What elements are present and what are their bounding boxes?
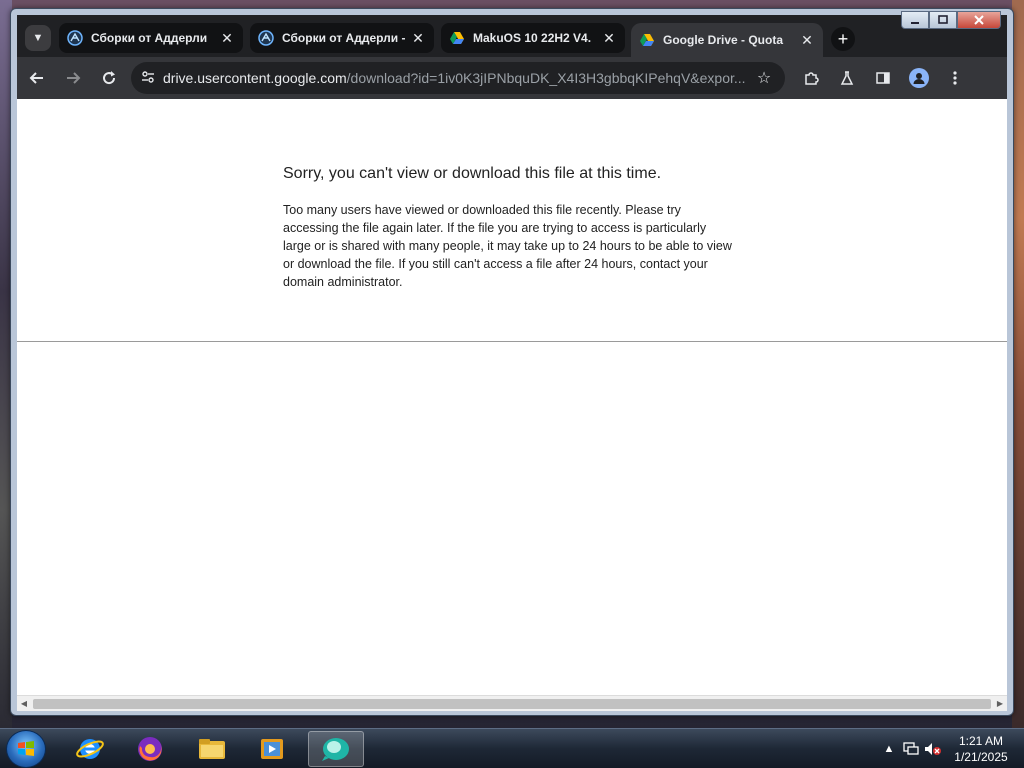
scroll-left-icon[interactable]: ◀ (17, 697, 31, 711)
clock-time: 1:21 AM (958, 734, 1004, 748)
tab-adderly-1[interactable]: Сборки от Аддерли ✕ (59, 23, 243, 53)
taskbar-firefox[interactable] (122, 731, 178, 767)
windows-logo-icon (18, 741, 34, 756)
bookmark-star-icon[interactable]: ☆ (753, 68, 775, 88)
minimize-icon (911, 22, 919, 24)
site-settings-icon[interactable] (141, 70, 163, 87)
page-content: Sorry, you can't view or download this f… (17, 99, 1007, 695)
browser-window: ▼ Сборки от Аддерли ✕ Сборки от Аддерли … (10, 8, 1014, 716)
error-heading: Sorry, you can't view or download this f… (283, 165, 662, 182)
labs-flask-icon[interactable] (829, 62, 865, 94)
taskbar-media-player[interactable] (244, 731, 300, 767)
new-tab-button[interactable]: + (831, 27, 855, 51)
side-panel-icon[interactable] (865, 62, 901, 94)
browser-chrome: ▼ Сборки от Аддерли ✕ Сборки от Аддерли … (17, 11, 1007, 99)
reload-button[interactable] (93, 62, 125, 94)
plus-icon: + (837, 28, 849, 49)
close-icon[interactable]: ✕ (799, 32, 815, 49)
close-icon (974, 15, 984, 25)
clock[interactable]: 1:21 AM 1/21/2025 (944, 733, 1018, 765)
error-body: Too many users have viewed or downloaded… (283, 203, 732, 289)
window-close-button[interactable] (957, 11, 1001, 29)
profile-icon (909, 68, 929, 88)
internet-explorer-icon (76, 739, 104, 759)
close-icon[interactable]: ✕ (410, 30, 426, 47)
arrow-left-icon (29, 72, 43, 84)
start-button[interactable] (6, 730, 46, 768)
browser-toolbar: drive.usercontent.google.com/download?id… (17, 57, 1007, 99)
taskbar: ▲ 1:21 AM 1/21/2025 (0, 728, 1024, 768)
error-message: Sorry, you can't view or download this f… (283, 165, 733, 291)
tab-title: Сборки от Аддерли - (282, 31, 406, 45)
tab-search-button[interactable]: ▼ (25, 25, 51, 51)
horizontal-rule (17, 341, 1007, 342)
address-bar[interactable]: drive.usercontent.google.com/download?id… (131, 62, 785, 94)
taskbar-browser-active[interactable] (308, 731, 364, 767)
taskbar-file-explorer[interactable] (184, 731, 240, 767)
chevron-down-icon: ▼ (32, 32, 44, 44)
system-tray: ▲ 1:21 AM 1/21/2025 (878, 729, 1018, 768)
url-host: drive.usercontent.google.com (163, 70, 347, 86)
window-controls (901, 11, 1001, 29)
firefox-icon (138, 737, 162, 761)
tab-title: MakuOS 10 22H2 V4. (473, 31, 592, 45)
google-drive-icon (639, 32, 655, 48)
browser-app-icon (322, 738, 349, 761)
reload-icon (103, 71, 116, 85)
tab-strip: ▼ Сборки от Аддерли ✕ Сборки от Аддерли … (17, 11, 1007, 57)
forward-button[interactable] (57, 62, 89, 94)
adderly-site-icon (67, 30, 83, 46)
network-icon[interactable] (900, 738, 922, 760)
minimize-button[interactable] (901, 11, 929, 29)
scrollbar-thumb[interactable] (33, 698, 991, 709)
tab-title: Google Drive - Quota (663, 33, 784, 47)
show-hidden-icons-icon[interactable]: ▲ (878, 738, 900, 760)
arrow-right-icon (67, 72, 81, 84)
extensions-icon[interactable] (793, 62, 829, 94)
tab-google-drive-quota[interactable]: Google Drive - Quota ✕ (631, 23, 823, 57)
back-button[interactable] (21, 62, 53, 94)
url-text[interactable]: drive.usercontent.google.com/download?id… (163, 70, 753, 86)
taskbar-internet-explorer[interactable] (62, 731, 118, 767)
close-icon[interactable]: ✕ (601, 30, 617, 47)
maximize-icon (938, 15, 948, 24)
more-menu-icon[interactable] (937, 62, 973, 94)
volume-muted-icon[interactable] (922, 738, 944, 760)
adderly-site-icon (258, 30, 274, 46)
profile-avatar-button[interactable] (901, 62, 937, 94)
scroll-right-icon[interactable]: ▶ (993, 697, 1007, 711)
google-drive-icon (449, 30, 465, 46)
maximize-button[interactable] (929, 11, 957, 29)
clock-date: 1/21/2025 (954, 750, 1008, 764)
tab-adderly-2[interactable]: Сборки от Аддерли - ✕ (250, 23, 434, 53)
tab-title: Сборки от Аддерли (91, 31, 208, 45)
media-player-icon (261, 739, 283, 759)
toolbar-actions (793, 62, 973, 94)
tab-makuos[interactable]: MakuOS 10 22H2 V4. ✕ (441, 23, 625, 53)
close-icon[interactable]: ✕ (219, 30, 235, 47)
url-path: /download?id=1iv0K3jIPNbquDK_X4I3H3gbbqK… (346, 70, 746, 86)
horizontal-scrollbar[interactable]: ◀ ▶ (17, 695, 1007, 711)
file-explorer-icon (199, 739, 225, 759)
